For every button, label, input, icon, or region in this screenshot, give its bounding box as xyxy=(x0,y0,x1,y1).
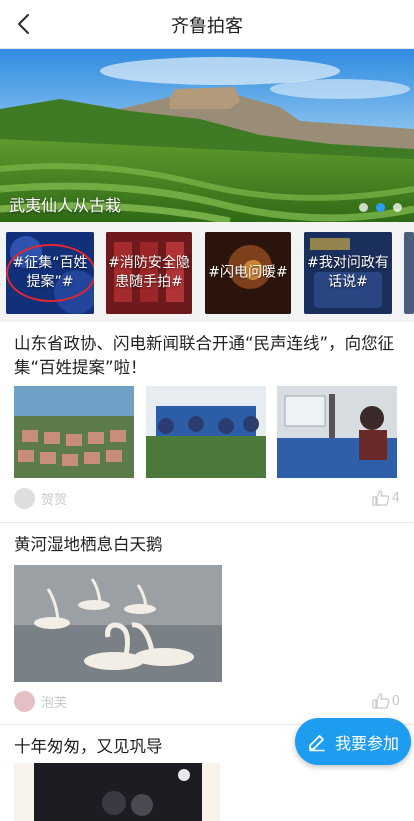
post-thumbnail[interactable] xyxy=(14,386,134,478)
topic-card-governance[interactable]: #我对问政有话说# xyxy=(304,232,392,314)
photo-image xyxy=(14,386,134,478)
topic-card-proposal[interactable]: #征集“百姓提案”# xyxy=(6,232,94,314)
banner-carousel[interactable]: 武夷仙人从古栽 xyxy=(0,49,414,222)
post-title: 黄河湿地栖息白天鹅 xyxy=(14,535,163,554)
like-button[interactable]: 4 xyxy=(372,490,400,506)
thumbs-up-icon xyxy=(372,490,390,506)
topic-label: #闪电问暖# xyxy=(208,264,288,281)
post-author[interactable]: 泡芙 xyxy=(14,691,67,712)
photo-image xyxy=(146,386,266,478)
carousel-indicator xyxy=(359,203,402,212)
carousel-dot[interactable] xyxy=(359,203,368,212)
post-title: 山东省政协、闪电新闻联合开通“民声连线”，向您征集“百姓提案”啦！ xyxy=(14,334,395,377)
join-button[interactable]: 我要参加 xyxy=(295,718,411,765)
like-count: 4 xyxy=(391,490,400,506)
avatar[interactable] xyxy=(14,488,35,509)
topic-card-flash-warmth[interactable]: #闪电问暖# xyxy=(205,232,291,314)
post-author[interactable]: 贺贺 xyxy=(14,488,67,509)
carousel-dot-active[interactable] xyxy=(376,203,385,212)
photo-image xyxy=(14,763,220,821)
post-thumbnail[interactable] xyxy=(277,386,397,478)
feed-post[interactable]: 黄河湿地栖息白天鹅 泡芙 0 xyxy=(0,523,414,723)
like-button[interactable]: 0 xyxy=(372,693,400,709)
photo-image xyxy=(277,386,397,478)
like-count: 0 xyxy=(391,693,400,709)
topic-card-partial[interactable] xyxy=(404,232,414,314)
topic-label: #征集“百姓提案”# xyxy=(12,255,88,290)
photo-image xyxy=(14,565,222,682)
post-thumbnail[interactable] xyxy=(14,565,222,682)
feed-post[interactable]: 山东省政协、闪电新闻联合开通“民声连线”，向您征集“百姓提案”啦！ 贺贺 4 xyxy=(0,322,414,522)
avatar[interactable] xyxy=(14,691,35,712)
app-header: 齐鲁拍客 xyxy=(0,0,414,49)
topic-label: #我对问政有话说# xyxy=(307,255,389,290)
topic-strip: #征集“百姓提案”# #消防安全隐患随手拍# #闪电问暖# #我对问政有话说# xyxy=(0,222,414,322)
carousel-dot[interactable] xyxy=(393,203,402,212)
edit-pencil-icon xyxy=(309,734,325,751)
post-thumbnail[interactable] xyxy=(146,386,266,478)
join-button-label: 我要参加 xyxy=(334,733,399,753)
author-name: 泡芙 xyxy=(41,696,68,711)
banner-caption: 武夷仙人从古栽 xyxy=(9,196,122,215)
topic-label: #消防安全隐患随手拍# xyxy=(108,255,190,290)
post-thumbnail[interactable] xyxy=(14,763,220,821)
thumbs-up-icon xyxy=(372,693,390,709)
topic-card-fire-safety[interactable]: #消防安全隐患随手拍# xyxy=(106,232,192,314)
page-title: 齐鲁拍客 xyxy=(171,16,243,37)
author-name: 贺贺 xyxy=(41,493,68,508)
